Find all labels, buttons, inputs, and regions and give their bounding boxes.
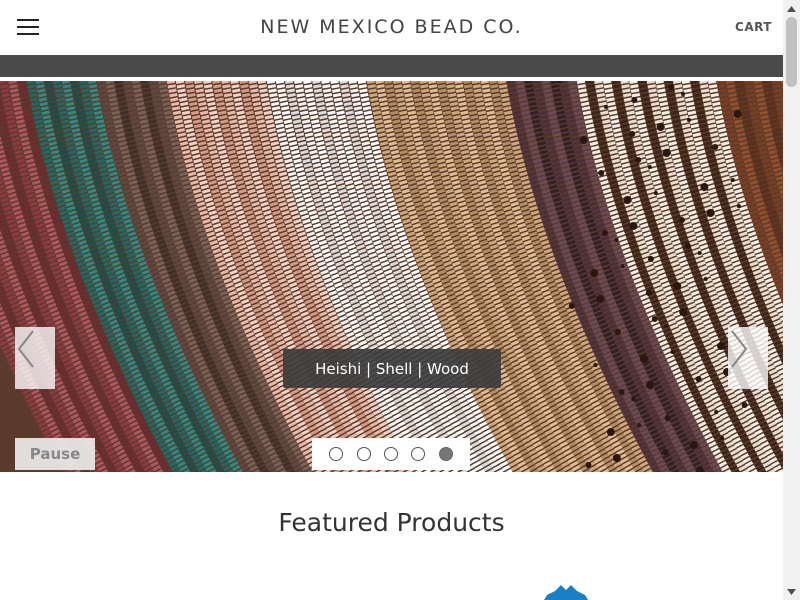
carousel-next-button[interactable]	[728, 327, 768, 389]
carousel-dot-4[interactable]	[411, 447, 426, 461]
carousel-pause-button[interactable]: Pause	[15, 438, 95, 470]
hero-carousel: Heishi | Shell | Wood	[0, 81, 783, 472]
carousel-dots	[312, 438, 470, 470]
site-header: NEW MEXICO BEAD CO. CART	[0, 0, 783, 55]
featured-products-heading: Featured Products	[278, 508, 505, 537]
navigation-bar	[0, 55, 783, 77]
product-badge-icon	[544, 585, 588, 600]
carousel-dot-2[interactable]	[356, 447, 371, 461]
carousel-prev-button[interactable]	[15, 327, 55, 389]
carousel-dot-3[interactable]	[383, 447, 398, 461]
scroll-down-arrow-icon[interactable]	[783, 583, 800, 600]
page-scrollbar[interactable]	[783, 0, 800, 600]
page: NEW MEXICO BEAD CO. CART Heishi | Shell …	[0, 0, 783, 600]
brand-logo-text[interactable]: NEW MEXICO BEAD CO.	[0, 16, 783, 38]
chevron-right-icon	[731, 330, 748, 368]
carousel-dot-1[interactable]	[329, 447, 344, 461]
scroll-up-arrow-icon[interactable]	[783, 0, 800, 17]
scrollbar-thumb[interactable]	[786, 17, 797, 87]
cart-link[interactable]: CART	[735, 20, 772, 34]
hero-slide-image	[0, 81, 783, 472]
chevron-left-icon	[17, 330, 34, 368]
slide-caption[interactable]: Heishi | Shell | Wood	[283, 349, 501, 388]
carousel-dot-5[interactable]	[438, 447, 453, 461]
